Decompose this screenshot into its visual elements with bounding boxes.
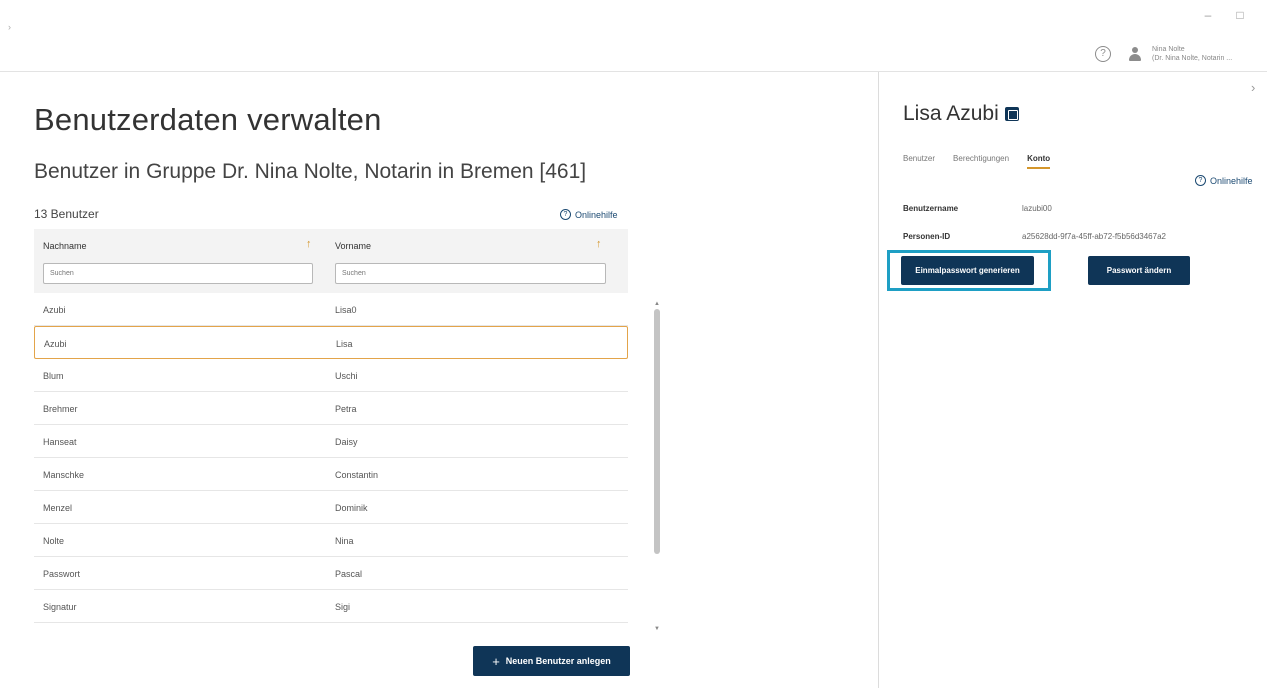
person-id-value: a25628dd-9f7a-45ff-ab72-f5b56d3467a2 bbox=[1022, 232, 1166, 241]
column-header-nachname[interactable]: Nachname bbox=[43, 241, 87, 251]
table-row[interactable]: Brehmer Petra bbox=[34, 392, 628, 425]
plus-icon: + bbox=[492, 653, 500, 669]
scroll-up-icon[interactable]: ▲ bbox=[654, 301, 660, 307]
window-controls: – □ bbox=[1203, 8, 1245, 22]
top-bar bbox=[0, 40, 1267, 72]
sort-arrow-up-icon[interactable]: ↑ bbox=[306, 238, 312, 250]
table-row[interactable]: Menzel Dominik bbox=[34, 491, 628, 524]
table-row[interactable]: Blum Uschi bbox=[34, 359, 628, 392]
window-edge-mark: › bbox=[8, 22, 11, 32]
minimize-icon[interactable]: – bbox=[1203, 8, 1213, 22]
user-icon[interactable] bbox=[1128, 47, 1142, 63]
username-value: lazubi00 bbox=[1022, 204, 1052, 213]
search-nachname-input[interactable] bbox=[43, 263, 313, 284]
new-user-button[interactable]: + Neuen Benutzer anlegen bbox=[473, 646, 630, 676]
group-title: Benutzer in Gruppe Dr. Nina Nolte, Notar… bbox=[34, 160, 587, 183]
table-header: Nachname ↑ Vorname ↑ bbox=[34, 229, 628, 293]
scrollbar-thumb[interactable] bbox=[654, 309, 660, 554]
table-row-selected[interactable]: Azubi Lisa bbox=[34, 326, 628, 359]
user-detail-panel: › Lisa Azubi Benutzer Berechtigungen Kon… bbox=[878, 72, 1267, 688]
scroll-down-icon[interactable]: ▼ bbox=[654, 626, 660, 632]
sort-arrow-up-icon[interactable]: ↑ bbox=[596, 238, 602, 250]
user-group: (Dr. Nina Nolte, Notarin ... bbox=[1152, 55, 1233, 62]
username-label: Benutzername bbox=[903, 204, 959, 213]
column-header-vorname[interactable]: Vorname bbox=[335, 241, 371, 251]
table-row[interactable]: Azubi Lisa0 bbox=[34, 293, 628, 326]
detail-title-text: Lisa Azubi bbox=[903, 102, 999, 125]
page-title: Benutzerdaten verwalten bbox=[34, 102, 382, 137]
onlinehilfe-label: Onlinehilfe bbox=[1210, 175, 1253, 186]
search-vorname-input[interactable] bbox=[335, 263, 606, 284]
user-menu[interactable]: Nina Nolte (Dr. Nina Nolte, Notarin ... bbox=[1152, 45, 1232, 63]
close-icon[interactable]: › bbox=[1251, 80, 1255, 95]
user-list-panel: Benutzerdaten verwalten Benutzer in Grup… bbox=[0, 72, 878, 688]
table-row[interactable]: Nolte Nina bbox=[34, 524, 628, 557]
help-icon[interactable]: ? bbox=[1095, 46, 1111, 62]
user-count: 13 Benutzer bbox=[34, 207, 99, 221]
table-row[interactable]: Manschke Constantin bbox=[34, 458, 628, 491]
detail-title: Lisa Azubi bbox=[903, 102, 1019, 126]
table-row[interactable]: Passwort Pascal bbox=[34, 557, 628, 590]
table-row[interactable]: Signatur Sigi bbox=[34, 590, 628, 623]
tab-benutzer[interactable]: Benutzer bbox=[903, 154, 935, 169]
otp-generate-button[interactable]: Einmalpasswort generieren bbox=[901, 256, 1034, 285]
tab-berechtigungen[interactable]: Berechtigungen bbox=[953, 154, 1009, 169]
edit-icon[interactable] bbox=[1004, 107, 1019, 121]
user-table: Nachname ↑ Vorname ↑ AzubiLisa0 AzubiLis… bbox=[34, 229, 660, 632]
onlinehilfe-link[interactable]: ? Onlinehilfe bbox=[560, 209, 618, 220]
help-circle-icon: ? bbox=[1195, 175, 1206, 186]
detail-tabs: Benutzer Berechtigungen Konto bbox=[903, 154, 1051, 169]
maximize-icon[interactable]: □ bbox=[1235, 8, 1245, 22]
tab-konto[interactable]: Konto bbox=[1027, 154, 1051, 169]
table-body: Azubi Lisa0 Azubi Lisa Blum Uschi Brehmer Pe… bbox=[34, 293, 628, 623]
user-name: Nina Nolte bbox=[1152, 46, 1185, 53]
table-row[interactable]: Hanseat Daisy bbox=[34, 425, 628, 458]
new-user-label: Neuen Benutzer anlegen bbox=[505, 656, 611, 666]
onlinehilfe-label: Onlinehilfe bbox=[575, 209, 618, 220]
person-id-label: Personen-ID bbox=[903, 232, 951, 241]
help-circle-icon: ? bbox=[560, 209, 571, 220]
onlinehilfe-link[interactable]: ? Onlinehilfe bbox=[1195, 175, 1253, 186]
change-password-button[interactable]: Passwort ändern bbox=[1088, 256, 1190, 285]
